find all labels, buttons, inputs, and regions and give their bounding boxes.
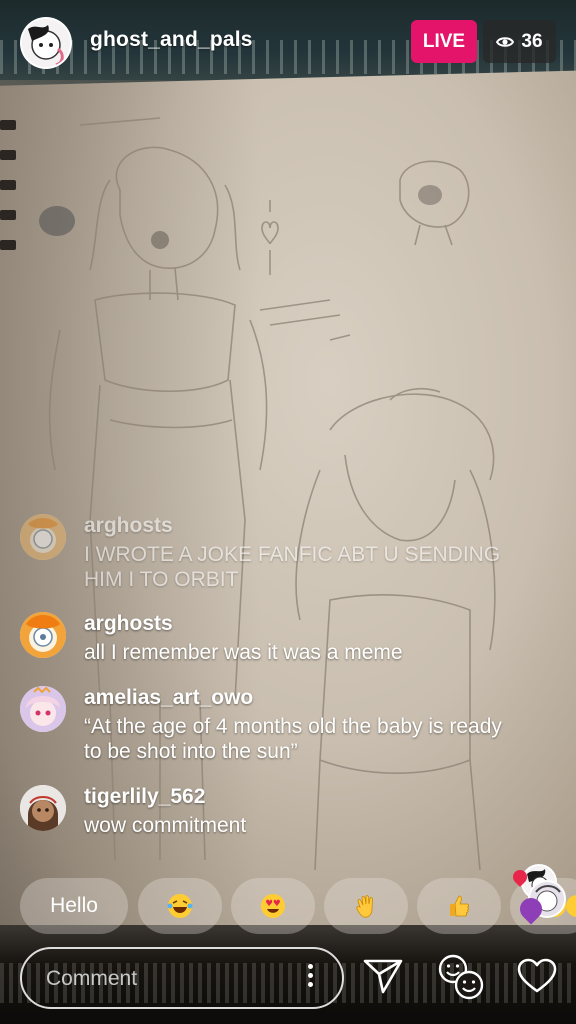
comment-username[interactable]: tigerlily_562 — [84, 785, 205, 809]
comment-text: wow commitment — [84, 814, 247, 837]
quick-reply-label: Hello — [50, 894, 98, 917]
question-stickers-button[interactable] — [436, 952, 486, 1002]
commenter-avatar[interactable] — [20, 686, 66, 732]
paper-plane-icon — [363, 959, 403, 994]
like-button[interactable] — [514, 953, 560, 999]
broadcaster-avatar[interactable] — [20, 17, 72, 69]
viewer-count: 36 — [521, 30, 543, 52]
faces-icon — [438, 954, 484, 1000]
waving-hand-icon — [356, 895, 373, 918]
comment-username[interactable]: arghosts — [84, 514, 173, 538]
comment-username[interactable]: arghosts — [84, 612, 173, 636]
commenter-avatar[interactable] — [20, 514, 66, 560]
commenter-avatar[interactable] — [20, 785, 66, 831]
more-options-icon[interactable] — [304, 961, 316, 995]
comment-text: “At the age of 4 months old the baby is … — [84, 715, 502, 763]
quick-reaction-laughing[interactable] — [138, 878, 222, 934]
viewer-count-badge[interactable]: 36 — [483, 20, 556, 63]
comment-input[interactable] — [44, 963, 288, 995]
pencil-sketch — [39, 117, 496, 871]
broadcaster-username[interactable]: ghost_and_pals — [90, 28, 253, 52]
live-video-feed — [0, 0, 576, 1024]
send-button[interactable] — [360, 953, 406, 999]
quick-reaction-thumbs-up[interactable] — [417, 878, 501, 934]
quick-reaction-wave[interactable] — [324, 878, 408, 934]
comment-text: all I remember was it was a meme — [84, 641, 403, 664]
laughing-tears-icon — [167, 894, 193, 918]
comment-box[interactable] — [20, 947, 344, 1009]
commenter-avatar[interactable] — [20, 612, 66, 658]
eye-icon — [496, 36, 515, 47]
quick-reaction-heart-eyes[interactable] — [231, 878, 315, 934]
heart-eyes-icon — [261, 894, 285, 918]
comment-text: I WROTE A JOKE FANFIC ABT U SENDING HIM … — [84, 543, 501, 591]
quick-reply-hello[interactable]: Hello — [20, 878, 128, 934]
thumbs-up-icon — [450, 895, 469, 917]
comment-username[interactable]: amelias_art_owo — [84, 686, 253, 710]
ghost-avatar-icon — [22, 19, 70, 67]
live-badge: LIVE — [411, 20, 477, 63]
heart-icon — [517, 958, 557, 993]
